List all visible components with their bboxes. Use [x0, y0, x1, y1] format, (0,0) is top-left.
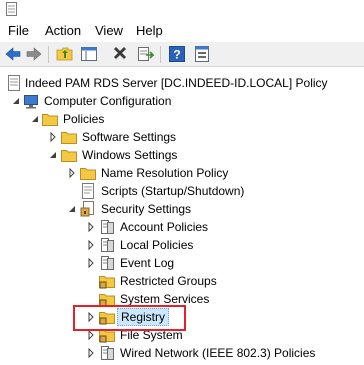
- expanded-arrow-icon[interactable]: [30, 110, 40, 128]
- expanded-arrow-icon[interactable]: [48, 146, 58, 164]
- collapsed-arrow-icon[interactable]: [48, 128, 58, 146]
- security-settings-icon: [80, 201, 94, 217]
- tree-item-label: Windows Settings: [82, 148, 178, 162]
- tree-item-label: Local Policies: [120, 238, 194, 252]
- policy-book-icon: [101, 256, 114, 270]
- menu-bar: File Action View Help: [0, 20, 364, 42]
- tree-item-label: Event Log: [120, 256, 175, 270]
- tree-item-label: Software Settings: [82, 130, 177, 144]
- svg-text:?: ?: [173, 48, 180, 62]
- policy-book-icon: [101, 220, 114, 234]
- collapsed-arrow-icon[interactable]: [86, 218, 96, 236]
- collapsed-arrow-icon[interactable]: [86, 236, 96, 254]
- policy-book-icon: [101, 238, 114, 252]
- app-icon: [6, 2, 17, 16]
- tree-item-label: Account Policies: [120, 220, 209, 234]
- tree-item-label: Restricted Groups: [120, 274, 217, 288]
- expanded-arrow-icon[interactable]: [67, 200, 77, 218]
- folder-icon: [42, 114, 58, 126]
- menu-help[interactable]: Help: [136, 23, 163, 38]
- tree-item-label: Security Settings: [101, 202, 192, 216]
- expanded-arrow-icon[interactable]: [11, 92, 21, 110]
- up-folder-icon[interactable]: [56, 45, 74, 63]
- tree-item-label: Wired Network (IEEE 802.3) Policies: [120, 346, 316, 360]
- policy-document-icon: [8, 75, 20, 91]
- tree-item-label: Name Resolution Policy: [101, 166, 229, 180]
- collapsed-arrow-icon[interactable]: [86, 344, 96, 362]
- export-list-icon[interactable]: [136, 45, 154, 63]
- folder-icon: [61, 132, 77, 144]
- toolbar-separator: [160, 46, 161, 63]
- menu-view[interactable]: View: [95, 23, 123, 38]
- tree-item-label: Computer Configuration: [44, 94, 172, 108]
- properties-icon[interactable]: [193, 45, 211, 63]
- folder-icon: [61, 150, 77, 162]
- show-hide-tree-icon[interactable]: [80, 45, 98, 63]
- title-bar: [0, 0, 364, 17]
- toolbar: ?: [0, 42, 364, 67]
- help-icon[interactable]: ?: [168, 45, 186, 63]
- folder-icon: [80, 168, 96, 180]
- tree-item-label: Scripts (Startup/Shutdown): [101, 184, 245, 198]
- forward-icon[interactable]: [25, 45, 43, 63]
- computer-icon: [24, 95, 38, 109]
- menu-file[interactable]: File: [8, 23, 29, 38]
- tree-item-label: Policies: [63, 112, 105, 126]
- toolbar-separator: [48, 46, 49, 63]
- delete-icon[interactable]: [111, 45, 129, 63]
- tree-item-label: Indeed PAM RDS Server [DC.INDEED-ID.LOCA…: [25, 76, 328, 90]
- back-icon[interactable]: [4, 45, 22, 63]
- menu-action[interactable]: Action: [45, 23, 81, 38]
- collapsed-arrow-icon[interactable]: [86, 254, 96, 272]
- script-document-icon: [82, 183, 94, 199]
- collapsed-arrow-icon[interactable]: [67, 164, 77, 182]
- network-policy-icon: [101, 346, 114, 360]
- highlight-annotation-box: [73, 305, 186, 331]
- locked-folder-icon: [99, 276, 115, 289]
